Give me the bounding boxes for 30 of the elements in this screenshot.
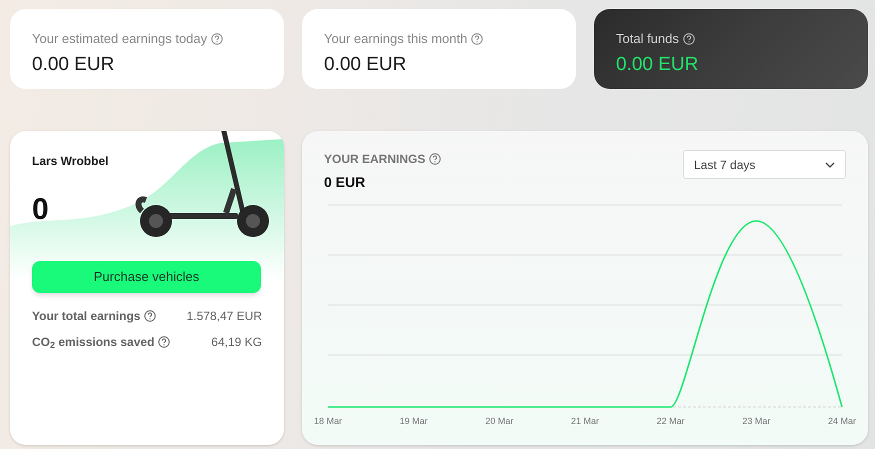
vehicle-count: 0 xyxy=(32,195,50,225)
stat-label: Your total earnings xyxy=(32,308,140,325)
stat-value: 0.00 EUR xyxy=(32,52,116,76)
help-icon[interactable] xyxy=(682,32,695,45)
stat-value: 1.578,47 EUR xyxy=(186,308,262,325)
axis-label: 24 Mar xyxy=(828,415,856,428)
earnings-total: 0 EUR xyxy=(324,173,366,192)
help-icon[interactable] xyxy=(158,336,170,348)
axis-label: 22 Mar xyxy=(656,415,685,428)
stat-label: Your earnings this month xyxy=(324,30,468,48)
stat-value: 0.00 EUR xyxy=(324,52,408,76)
stat-label: Total funds xyxy=(616,30,679,48)
axis-label: 21 Mar xyxy=(571,415,599,428)
help-icon[interactable] xyxy=(471,32,484,45)
stat-label: CO$_{2}$ emissions saved xyxy=(32,334,154,351)
axis-label: 19 Mar xyxy=(400,415,428,428)
chevron-down-icon xyxy=(825,162,835,168)
stat-label: Your estimated earnings today xyxy=(32,30,208,48)
axis-label: 23 Mar xyxy=(742,415,770,428)
owner-name: Lars Wrobbel xyxy=(32,153,110,170)
axis-label: 18 Mar xyxy=(314,415,342,428)
stat-value: 64,19 KG xyxy=(211,334,262,351)
period-dropdown[interactable]: Last 7 days xyxy=(683,150,846,179)
help-icon[interactable] xyxy=(144,310,156,322)
purchase-button[interactable]: Purchase vehicles xyxy=(32,261,261,293)
stat-value: 0.00 EUR xyxy=(616,52,700,76)
earnings-title: YOUR EARNINGS xyxy=(324,151,426,168)
help-icon[interactable] xyxy=(429,153,442,165)
axis-label: 20 Mar xyxy=(485,415,514,428)
help-icon[interactable] xyxy=(211,32,224,45)
